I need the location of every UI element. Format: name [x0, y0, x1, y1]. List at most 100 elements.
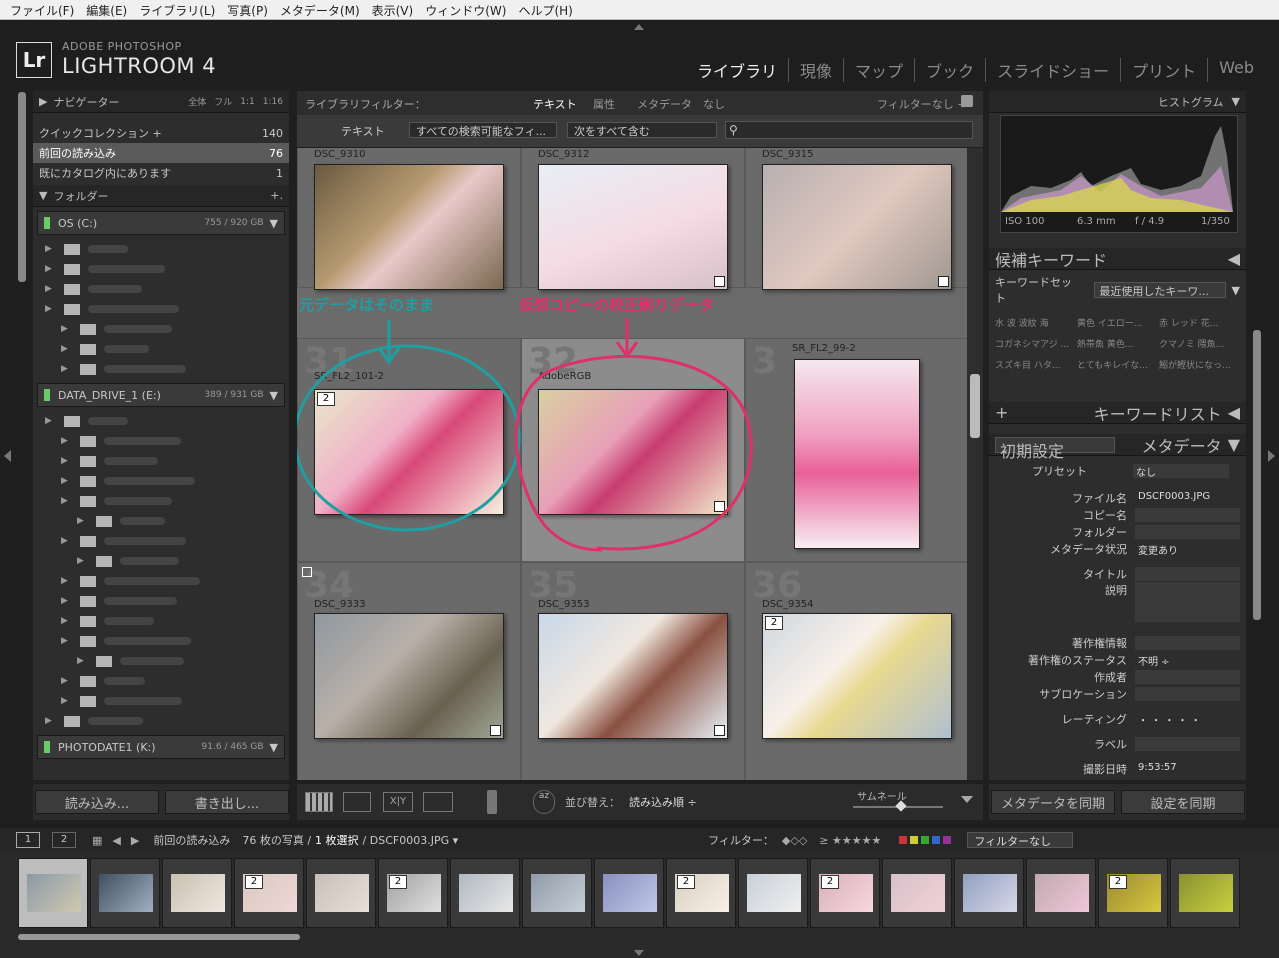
folder-row[interactable]: ▶	[33, 651, 289, 671]
expand-icon[interactable]: ▶	[45, 716, 52, 726]
red-label-icon[interactable]	[899, 836, 908, 844]
metadata-field-value[interactable]: 9:53:57	[1135, 762, 1240, 776]
back-arrow-icon[interactable]: ◀	[112, 834, 120, 847]
expand-icon[interactable]: ▶	[77, 516, 84, 526]
folder-row[interactable]: ▶	[33, 471, 289, 491]
expand-icon[interactable]: ▶	[45, 244, 52, 254]
keyword-list-header[interactable]: + キーワードリスト ◀	[989, 402, 1246, 424]
folder-row[interactable]: ▶	[33, 511, 289, 531]
folder-row[interactable]: ▶	[33, 259, 289, 279]
preset-select[interactable]: なし	[1133, 463, 1229, 479]
nav-opt-fill[interactable]: フル	[214, 95, 232, 108]
menu-item[interactable]: ライブラリ(L)	[133, 0, 221, 19]
filmstrip-thumb[interactable]: 2	[234, 858, 304, 928]
collapse-top-icon[interactable]	[634, 24, 644, 30]
filmstrip-scrollbar[interactable]	[18, 934, 300, 940]
folder-row[interactable]: ▶	[33, 531, 289, 551]
suggested-keyword[interactable]: 熱帯魚 黄色...	[1077, 337, 1159, 350]
expand-icon[interactable]: ▶	[45, 416, 52, 426]
collapse-bottom-icon[interactable]	[634, 950, 644, 956]
metadata-field-value[interactable]	[1135, 582, 1240, 622]
expand-icon[interactable]: ▶	[61, 696, 68, 706]
suggested-keyword[interactable]: 黄色 イエロー...	[1077, 316, 1159, 329]
filmstrip-thumb[interactable]: 2	[666, 858, 736, 928]
filmstrip-thumb[interactable]	[1170, 858, 1240, 928]
folder-row[interactable]: ▶	[33, 491, 289, 511]
menu-item[interactable]: ウィンドウ(W)	[419, 0, 512, 19]
navigator-header[interactable]: ▶ ナビゲーター 全体 フル 1:1 1:16	[33, 91, 289, 113]
metadata-header[interactable]: 初期設定 メタデータ ▼	[989, 434, 1246, 461]
metadata-field-value[interactable]: 不明 ÷	[1135, 653, 1240, 668]
left-panel-scrollbar[interactable]	[18, 92, 26, 282]
keyword-set-select[interactable]: 最近使用したキーワ...	[1094, 282, 1226, 298]
suggested-keyword[interactable]: 赤 レッド 花...	[1159, 316, 1241, 329]
metadata-field-value[interactable]: ・ ・ ・ ・ ・	[1135, 712, 1240, 727]
expand-icon[interactable]: ▶	[61, 536, 68, 546]
menu-item[interactable]: ヘルプ(H)	[512, 0, 578, 19]
folder-row[interactable]: ▶	[33, 571, 289, 591]
sync-metadata-button[interactable]: メタデータを同期	[991, 790, 1115, 814]
menu-item[interactable]: メタデータ(M)	[274, 0, 366, 19]
survey-view-icon[interactable]	[423, 792, 453, 812]
expand-icon[interactable]: ▶	[61, 496, 68, 506]
folder-row[interactable]: ▶	[33, 359, 289, 379]
suggested-keyword[interactable]: 鰯が鰹状になっ...	[1159, 358, 1241, 371]
histogram-header[interactable]: ヒストグラム ▼	[989, 91, 1246, 113]
right-panel-scrollbar[interactable]	[1253, 330, 1261, 620]
filter-tab-none[interactable]: なし	[703, 96, 725, 112]
expand-icon[interactable]: ▶	[61, 344, 68, 354]
grid-small-icon[interactable]: ▦	[92, 834, 102, 847]
metadata-field-value[interactable]	[1135, 635, 1240, 650]
import-button[interactable]: 読み込み...	[35, 790, 159, 814]
spray-can-icon[interactable]	[487, 790, 497, 814]
expand-icon[interactable]: ▶	[77, 556, 84, 566]
menu-item[interactable]: 編集(E)	[80, 0, 133, 19]
folder-row[interactable]: ▶	[33, 691, 289, 711]
expand-icon[interactable]: ▶	[61, 476, 68, 486]
keyword-suggestions-header[interactable]: 候補キーワード ◀	[989, 248, 1246, 270]
collapse-right-icon[interactable]	[1268, 450, 1275, 462]
compare-view-icon[interactable]: X|Y	[383, 792, 413, 812]
filter-tab-text[interactable]: テキスト	[533, 96, 577, 112]
expand-icon[interactable]: ▶	[45, 284, 52, 294]
filmstrip-thumb[interactable]	[954, 858, 1024, 928]
expand-icon[interactable]: ▶	[61, 576, 68, 586]
main-window-button[interactable]: 1	[16, 832, 40, 848]
folder-row[interactable]: ▶	[33, 671, 289, 691]
filmstrip-thumb[interactable]	[882, 858, 952, 928]
search-input[interactable]: ⚲	[725, 121, 973, 139]
thumbnail-size-slider[interactable]	[853, 800, 943, 812]
folder-row[interactable]: ▶	[33, 551, 289, 571]
folder-row[interactable]: ▶	[33, 711, 289, 731]
metadata-field-value[interactable]	[1135, 686, 1240, 701]
module-tab[interactable]: ライブラリ	[686, 58, 790, 82]
metadata-field-value[interactable]	[1135, 736, 1240, 751]
expand-icon[interactable]: ▶	[61, 456, 68, 466]
expand-icon[interactable]: ▶	[61, 364, 68, 374]
nav-opt-1-16[interactable]: 1:16	[263, 97, 283, 107]
folder-row[interactable]: ▶	[33, 451, 289, 471]
filmstrip-thumb[interactable]	[594, 858, 664, 928]
module-tab[interactable]: プリント	[1121, 58, 1209, 82]
nav-opt-1-1[interactable]: 1:1	[240, 97, 254, 107]
flag-filter-icons[interactable]: ◆◇◇	[782, 834, 807, 847]
second-window-button[interactable]: 2	[52, 832, 76, 848]
sort-select[interactable]: 読み込み順 ÷	[629, 794, 697, 810]
module-tab[interactable]: マップ	[844, 58, 916, 82]
folder-row[interactable]: ▶	[33, 431, 289, 451]
rating-filter-stars[interactable]: ≥ ★★★★★	[819, 834, 881, 847]
folder-row[interactable]: ▶	[33, 339, 289, 359]
add-folder-icon[interactable]: +.	[270, 189, 283, 202]
metadata-preset-select[interactable]: 初期設定	[995, 436, 1115, 461]
blue-label-icon[interactable]	[932, 836, 941, 844]
drive-e[interactable]: DATA_DRIVE_1 (E:) 389 / 931 GB ▼	[37, 383, 285, 407]
filmstrip-filter-select[interactable]: フィルターなし	[967, 832, 1074, 848]
expand-icon[interactable]: ▶	[61, 616, 68, 626]
expand-icon[interactable]: ▶	[45, 264, 52, 274]
folder-row[interactable]: ▶	[33, 591, 289, 611]
metadata-field-value[interactable]	[1135, 524, 1240, 539]
catalog-item[interactable]: 既にカタログ内にあります 1	[33, 163, 289, 183]
filter-tab-metadata[interactable]: メタデータ	[637, 96, 692, 112]
source-label[interactable]: 前回の読み込み	[153, 832, 230, 848]
sync-settings-button[interactable]: 設定を同期	[1121, 790, 1245, 814]
